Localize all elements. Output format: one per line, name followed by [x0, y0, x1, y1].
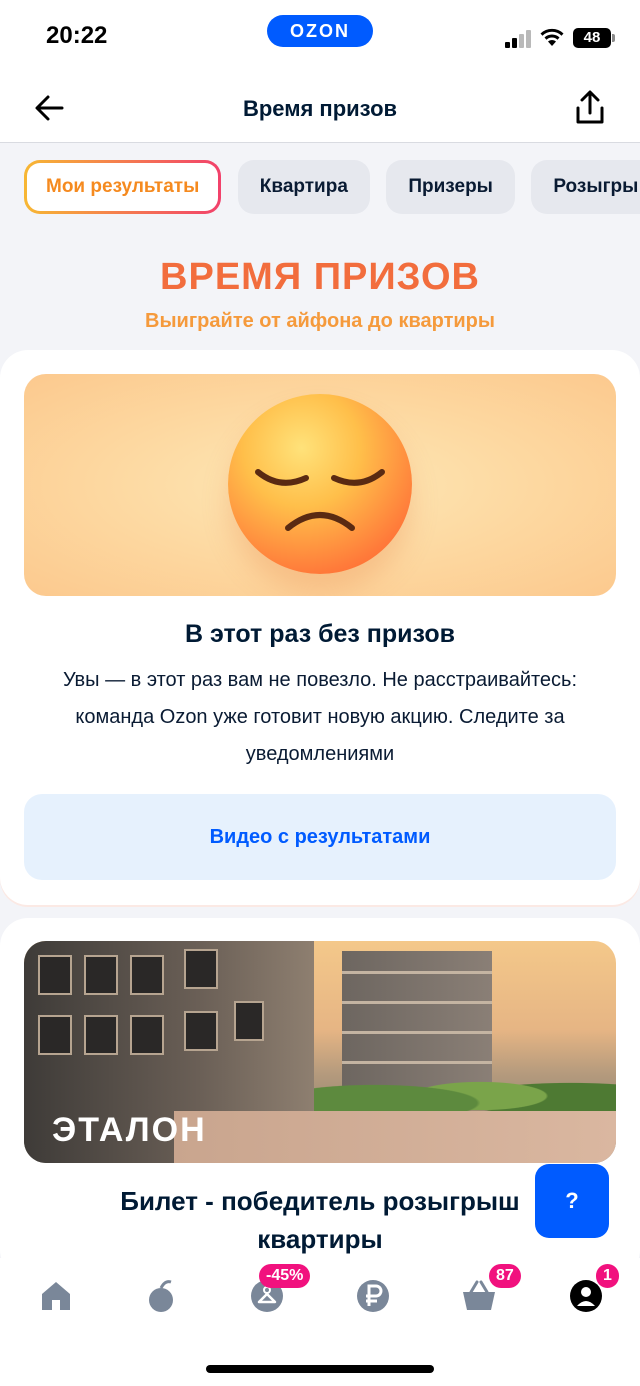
apartment-photo: ЭТАЛОН — [24, 941, 616, 1163]
tab-winners[interactable]: Призеры — [386, 160, 515, 214]
tabbar-finance[interactable] — [353, 1276, 393, 1316]
tabbar-fashion[interactable]: -45% — [247, 1264, 311, 1316]
help-button[interactable]: ? — [535, 1164, 609, 1238]
cellular-signal-icon — [505, 30, 533, 48]
fresh-icon — [149, 1280, 173, 1312]
hero-title: ВРЕМЯ ПРИЗОВ — [160, 256, 480, 298]
sad-emoji-banner — [24, 374, 616, 596]
sale-badge: -45% — [259, 1264, 311, 1288]
tabbar-fresh[interactable] — [141, 1276, 181, 1316]
tab-my-results[interactable]: Мои результаты — [24, 160, 221, 214]
share-icon[interactable] — [568, 86, 612, 130]
wifi-icon — [540, 28, 564, 46]
tabbar-home[interactable] — [36, 1276, 76, 1316]
home-icon — [42, 1282, 70, 1310]
result-title: В этот раз без призов — [185, 620, 455, 648]
finance-icon — [357, 1280, 389, 1312]
cart-count-badge: 87 — [489, 1264, 521, 1288]
home-indicator[interactable] — [206, 1365, 434, 1373]
sad-face-icon — [228, 394, 412, 574]
profile-notification-badge: 1 — [596, 1264, 619, 1288]
hero-subtitle: Выиграйте от айфона до квартиры — [145, 310, 495, 332]
result-card: В этот раз без призов Увы — в этот раз в… — [0, 350, 640, 905]
etalon-logo: ЭТАЛОН — [52, 1111, 207, 1149]
ozon-logo[interactable]: OZON — [267, 15, 373, 47]
tabbar-cart[interactable]: 87 — [459, 1264, 521, 1316]
walkway — [174, 1111, 616, 1163]
nav-header: Время призов — [0, 72, 640, 143]
status-time: 20:22 — [46, 22, 108, 49]
tab-apartment[interactable]: Квартира — [237, 160, 370, 214]
tab-draws[interactable]: Розыгры — [531, 160, 640, 214]
video-results-button[interactable]: Видео с результатами — [24, 794, 616, 880]
page-title: Время призов — [242, 96, 398, 121]
result-text: Увы — в этот раз вам не повезло. Не расс… — [62, 669, 578, 765]
tabbar-profile[interactable]: 1 — [566, 1264, 619, 1316]
battery-icon: 48 — [573, 28, 615, 48]
tab-strip: Мои результаты Квартира Призеры Розыгры — [24, 160, 640, 214]
status-bar: 20:22 OZON 48 — [0, 0, 640, 72]
